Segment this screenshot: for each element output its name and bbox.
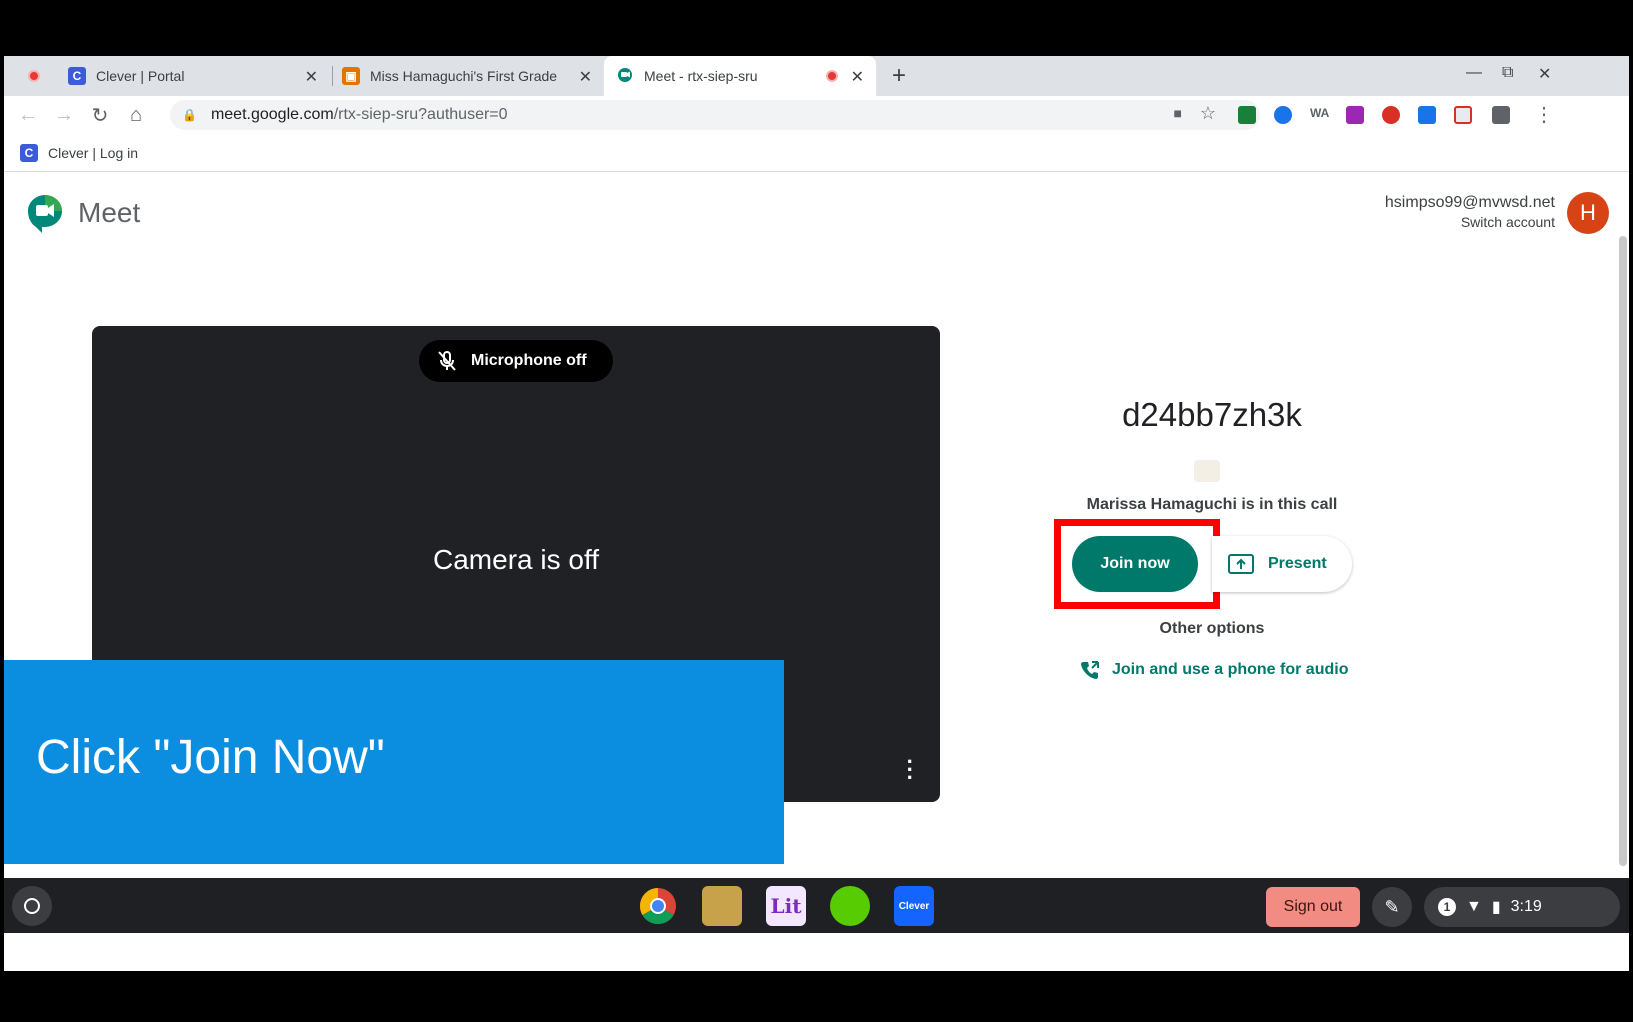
- present-label: Present: [1268, 555, 1327, 572]
- tab-clever-portal[interactable]: C Clever | Portal ✕: [68, 56, 330, 96]
- tab-title: Miss Hamaguchi's First Grade: [370, 68, 558, 84]
- present-icon: [1228, 554, 1254, 574]
- launcher-button[interactable]: [12, 886, 52, 926]
- tab-separator: [332, 66, 333, 86]
- tutorial-caption-banner: Click "Join Now": [4, 660, 784, 864]
- phone-audio-link[interactable]: Join and use a phone for audio: [1080, 660, 1348, 680]
- top-letterbox: [0, 0, 1633, 56]
- new-tab-icon[interactable]: +: [892, 62, 906, 90]
- tab-classroom[interactable]: ▣ Miss Hamaguchi's First Grade ✕: [342, 56, 604, 96]
- extension-adblock-icon[interactable]: [1382, 106, 1400, 124]
- meet-title: Meet: [78, 197, 141, 228]
- battery-icon: ▮: [1491, 899, 1501, 916]
- present-button[interactable]: Present: [1212, 536, 1352, 592]
- account-email: hsimpso99@mvwsd.net: [1384, 194, 1555, 211]
- bookmark-label: Clever | Log in: [48, 144, 139, 161]
- meeting-code: d24bb7zh3k: [1122, 396, 1302, 433]
- meet-logo-icon: [26, 193, 62, 233]
- extension-screencast-icon[interactable]: [1454, 106, 1472, 124]
- back-icon[interactable]: ←: [10, 97, 46, 133]
- address-bar[interactable]: 🔒 meet.google.com/rtx-siep-sru?authuser=…: [170, 100, 1260, 130]
- tab-title: Clever | Portal: [96, 68, 185, 84]
- tab-title: Meet - rtx-siep-sru: [644, 68, 758, 84]
- close-window-icon[interactable]: ✕: [1538, 64, 1551, 84]
- clever-icon: C: [20, 143, 38, 162]
- switch-account-link[interactable]: Switch account: [1385, 214, 1555, 230]
- forward-icon[interactable]: →: [46, 97, 82, 133]
- url-host: meet.google.com: [210, 106, 334, 123]
- phone-audio-label: Join and use a phone for audio: [1112, 661, 1349, 678]
- microphone-off-icon: [438, 351, 456, 371]
- lock-icon: 🔒: [182, 108, 197, 122]
- url-path: /rtx-siep-sru?authuser=0: [333, 106, 508, 123]
- chrome-menu-icon[interactable]: ⋮: [1534, 102, 1554, 127]
- classroom-icon: ▣: [342, 67, 360, 85]
- launcher-circle-icon: [24, 898, 40, 914]
- extension-classroom-icon[interactable]: [1238, 106, 1256, 124]
- extension-puzzle-blue-icon[interactable]: [1418, 106, 1436, 124]
- bookmark-star-icon[interactable]: ☆: [1200, 103, 1216, 124]
- browser-window: C Clever | Portal ✕ ▣ Miss Hamaguchi's F…: [4, 56, 1629, 971]
- home-icon[interactable]: ⌂: [118, 97, 154, 133]
- clever-app-icon[interactable]: Clever: [894, 886, 934, 926]
- clever-icon: C: [68, 67, 86, 85]
- account-info[interactable]: hsimpso99@mvwsd.net Switch account: [1385, 194, 1555, 230]
- clever-app-label: Clever: [898, 900, 930, 912]
- recording-indicator-icon: [28, 70, 40, 82]
- extension-globe-icon[interactable]: [1274, 106, 1292, 124]
- other-options-heading: Other options: [1159, 620, 1265, 637]
- restore-icon[interactable]: ⧉: [1502, 64, 1513, 82]
- stylus-tools-icon[interactable]: ✎: [1372, 887, 1412, 927]
- bookmarks-bar: C Clever | Log in: [4, 134, 1629, 172]
- avatar[interactable]: H: [1567, 192, 1609, 234]
- tab-strip: C Clever | Portal ✕ ▣ Miss Hamaguchi's F…: [4, 56, 1629, 96]
- reader-app-icon[interactable]: [702, 886, 742, 926]
- status-tray[interactable]: 1 ▼ ▮ 3:19: [1424, 887, 1620, 927]
- participants-in-call: Marissa Hamaguchi is in this call: [1086, 496, 1338, 513]
- duolingo-app-icon[interactable]: [830, 886, 870, 926]
- extension-wa-icon[interactable]: WA: [1310, 106, 1329, 124]
- page-scrollbar[interactable]: [1619, 236, 1627, 866]
- reload-icon[interactable]: ↻: [82, 97, 118, 133]
- close-tab-icon[interactable]: ✕: [851, 67, 864, 87]
- sign-out-button[interactable]: Sign out: [1266, 887, 1360, 927]
- meet-logo[interactable]: Meet: [26, 193, 140, 233]
- close-tab-icon[interactable]: ✕: [305, 67, 318, 87]
- more-options-icon[interactable]: · · ·: [907, 751, 914, 789]
- lit-app-icon[interactable]: Lit: [766, 886, 806, 926]
- camera-in-use-icon[interactable]: ■: [1174, 105, 1182, 121]
- extension-puzzle-purple-icon[interactable]: [1346, 106, 1364, 124]
- meet-icon: [616, 67, 634, 85]
- recording-indicator-icon: [826, 70, 838, 82]
- close-tab-icon[interactable]: ✕: [579, 67, 592, 87]
- minimize-icon[interactable]: —: [1466, 64, 1482, 82]
- participant-avatar: [1194, 460, 1220, 482]
- microphone-status-label: Microphone off: [471, 352, 587, 369]
- bookmark-clever-login[interactable]: C Clever | Log in: [20, 143, 139, 162]
- chrome-app-icon[interactable]: [638, 886, 678, 926]
- camera-status-label: Camera is off: [433, 544, 599, 575]
- join-now-button[interactable]: Join now: [1072, 536, 1198, 592]
- clock: 3:19: [1510, 898, 1542, 915]
- tab-meet[interactable]: Meet - rtx-siep-sru ✕: [604, 56, 876, 96]
- tutorial-caption: Click "Join Now": [36, 731, 385, 784]
- notification-badge: 1: [1438, 898, 1456, 916]
- wifi-icon: ▼: [1466, 898, 1482, 915]
- extensions-menu-icon[interactable]: [1492, 106, 1510, 124]
- os-shelf: Lit Clever Sign out ✎ 1 ▼ ▮ 3:19: [4, 878, 1629, 933]
- browser-toolbar: ← → ↻ ⌂ 🔒 meet.google.com/rtx-siep-sru?a…: [4, 96, 1629, 134]
- microphone-status-pill[interactable]: Microphone off: [419, 340, 613, 382]
- phone-icon: [1081, 661, 1099, 679]
